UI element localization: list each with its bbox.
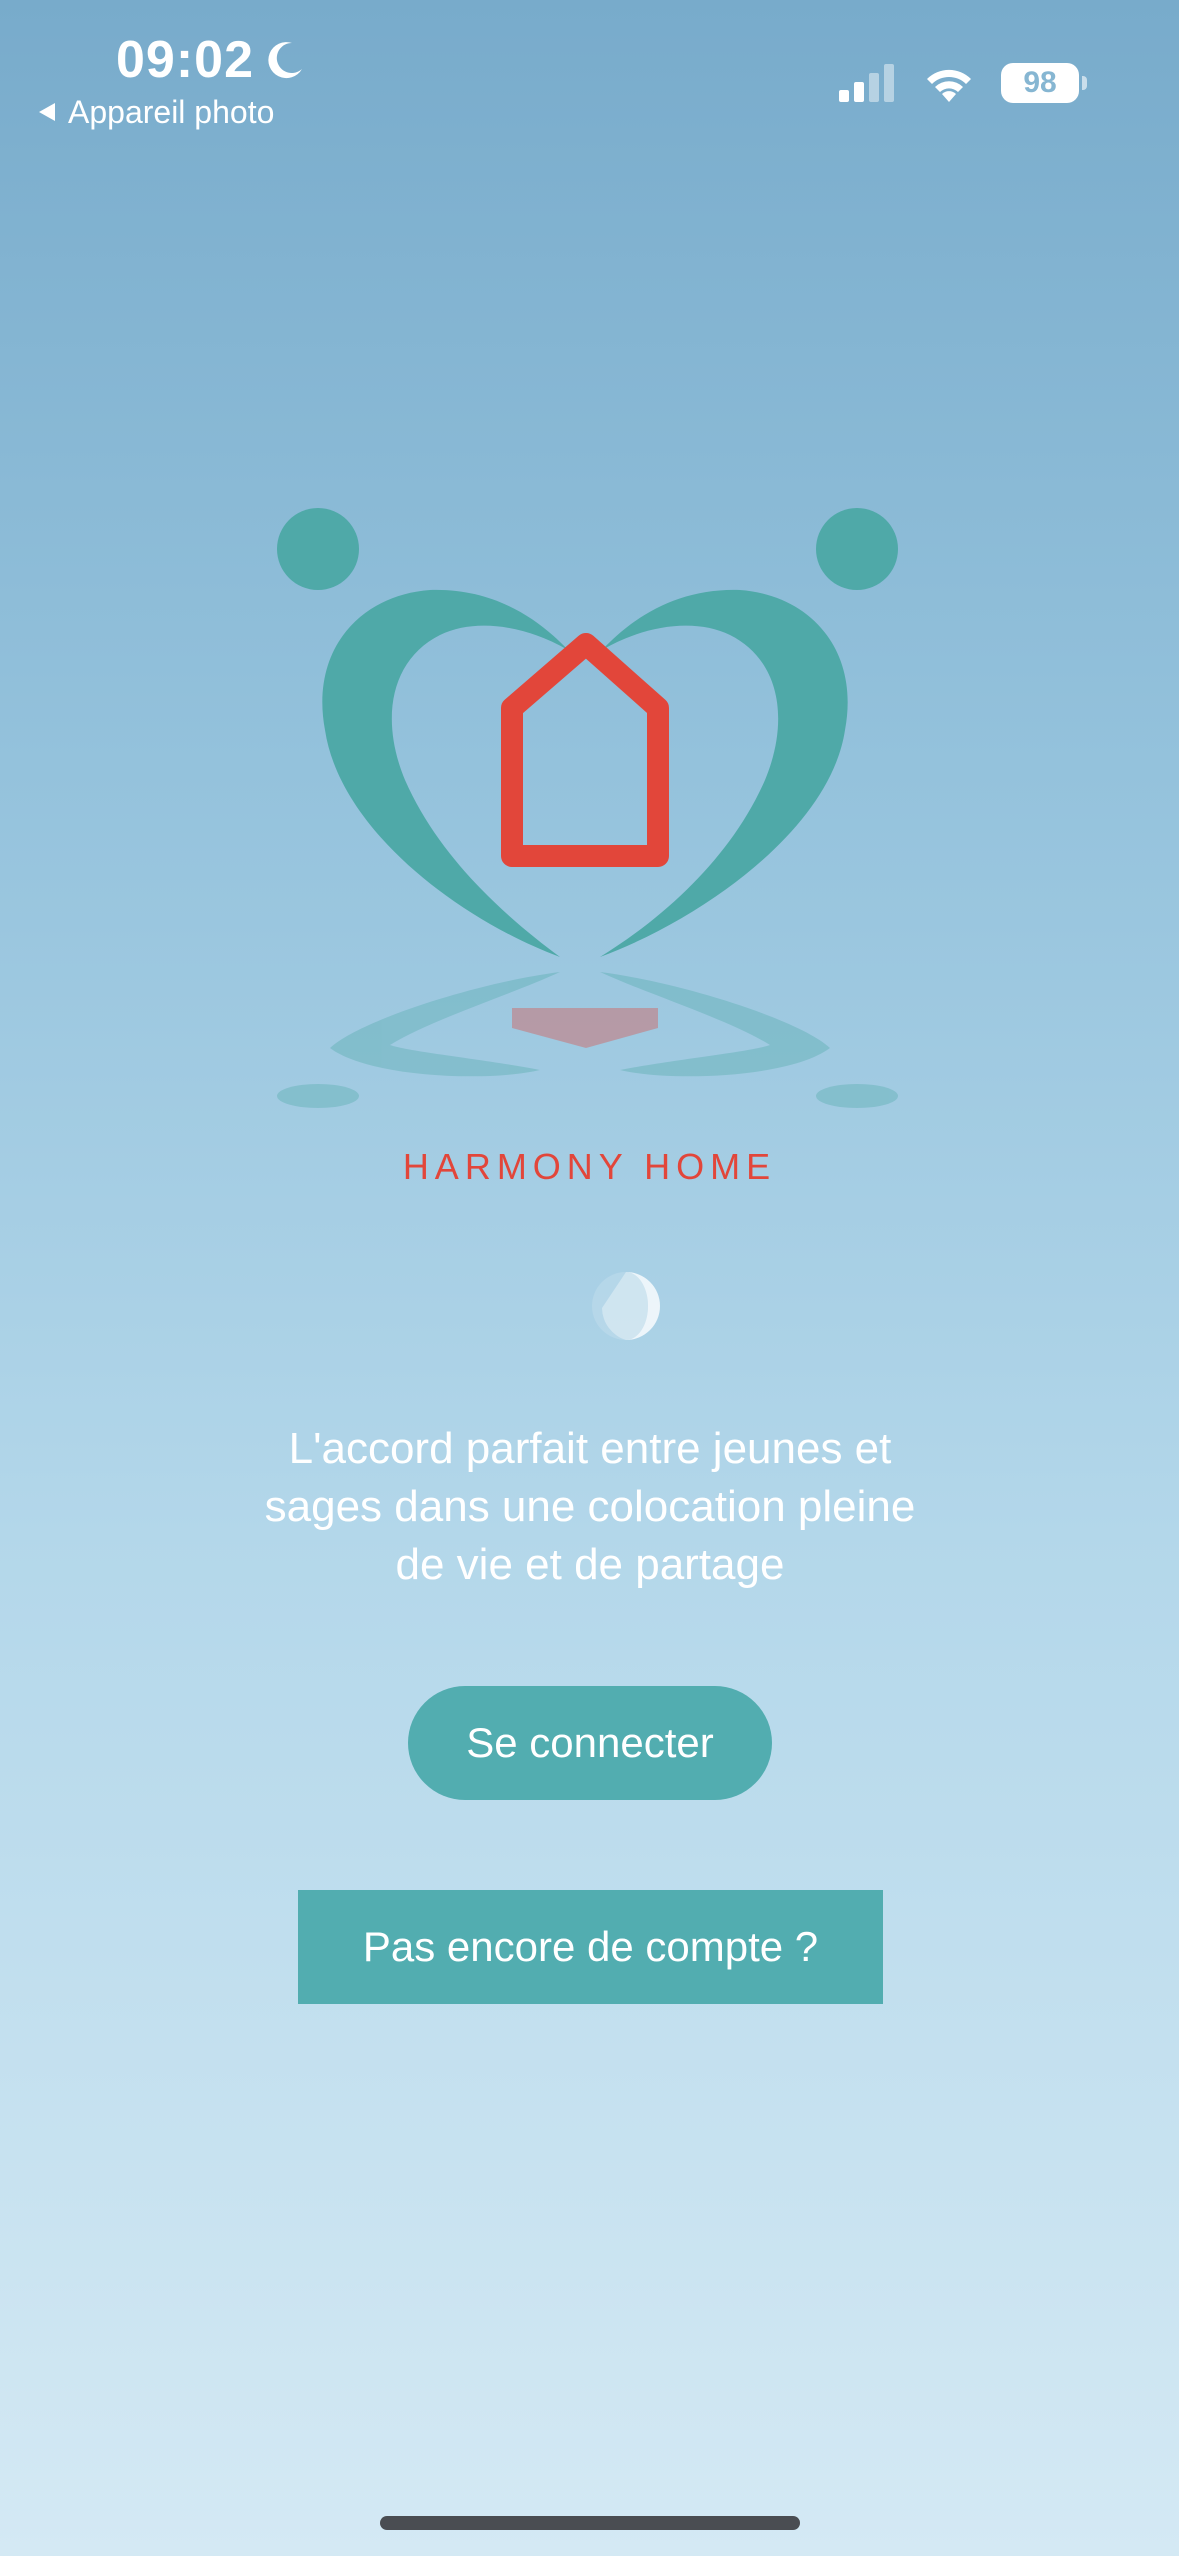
cellular-signal-icon: [839, 64, 894, 102]
harmony-home-logo: [277, 508, 898, 1108]
logo-left-head: [277, 508, 359, 590]
battery-icon: 98: [1001, 63, 1087, 103]
back-to-camera-link[interactable]: Appareil photo: [36, 92, 274, 132]
tagline: L'accord parfait entre jeunes et sages d…: [180, 1420, 1000, 1594]
status-time-text: 09:02: [116, 31, 254, 89]
tagline-line-1: L'accord parfait entre jeunes et: [288, 1424, 892, 1473]
moon-decoration-icon: [592, 1272, 660, 1340]
logo-right-head: [816, 508, 898, 590]
status-indicators: 98: [837, 62, 1087, 104]
battery-level: 98: [1023, 66, 1057, 99]
status-time: 09:02: [116, 30, 306, 90]
wifi-icon: [927, 69, 971, 102]
back-link-label: Appareil photo: [68, 94, 275, 130]
login-button[interactable]: Se connecter: [408, 1686, 772, 1800]
welcome-screen: 09:02 Appareil photo 98 HARMONY HOME L'a…: [0, 0, 1179, 2556]
logo-left-arm: [322, 589, 568, 957]
back-arrow-icon: [39, 103, 55, 121]
signup-button[interactable]: Pas encore de compte ?: [298, 1890, 883, 2004]
tagline-line-2: sages dans une colocation pleine: [264, 1482, 916, 1531]
moon-icon: [268, 42, 302, 79]
brand-name: HARMONY HOME: [402, 1146, 777, 1187]
tagline-line-3: de vie et de partage: [395, 1540, 785, 1589]
battery-tip: [1082, 76, 1087, 90]
logo-right-arm: [600, 589, 848, 957]
home-indicator[interactable]: [380, 2516, 800, 2530]
logo-house: [501, 633, 669, 867]
